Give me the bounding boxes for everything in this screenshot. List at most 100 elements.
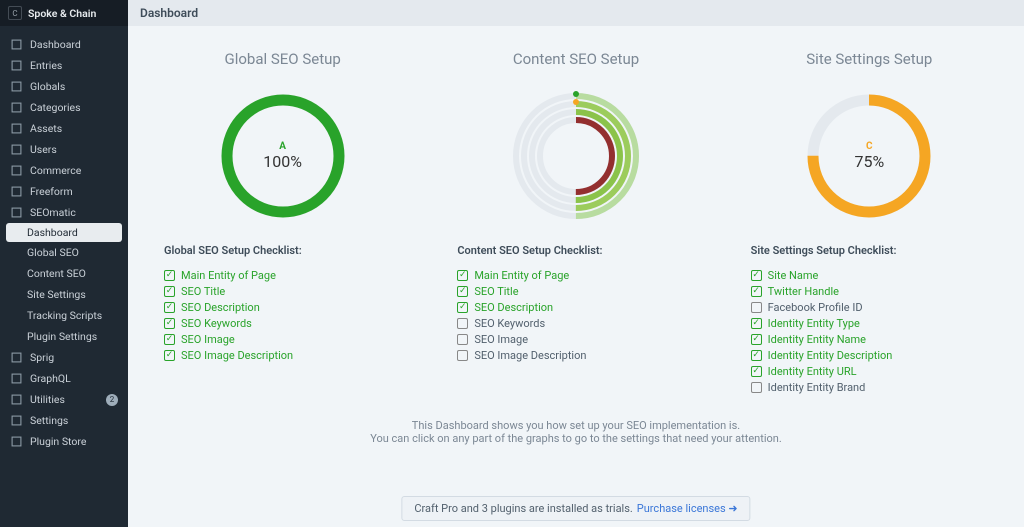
checklist-link[interactable]: Identity Entity Name <box>768 333 866 346</box>
sidebar-nav: Dashboard EntriesGlobals Categories Assets U… <box>0 26 128 527</box>
checklist-title: Site Settings Setup Checklist: <box>751 244 897 257</box>
brand-header[interactable]: C Spoke & Chain <box>0 0 128 26</box>
sidebar-item-sprig[interactable]: Sprig <box>0 347 128 368</box>
checklist-item[interactable]: SEO Description <box>457 299 586 315</box>
gauge-icon <box>10 39 22 51</box>
sidebar-sub-content-seo[interactable]: Content SEO <box>0 263 128 284</box>
checkbox-checked-icon <box>457 302 468 313</box>
checklist-link[interactable]: SEO Image <box>181 333 235 346</box>
setup-card: Content SEO SetupContent SEO Setup Check… <box>449 50 702 395</box>
desc-line-1: This Dashboard shows you how set up your… <box>156 419 996 432</box>
checkbox-checked-icon <box>164 318 175 329</box>
checklist-item[interactable]: Site Name <box>751 267 893 283</box>
checklist-link[interactable]: Main Entity of Page <box>181 269 276 282</box>
checkbox-empty-icon <box>457 318 468 329</box>
sidebar-item-users[interactable]: Users <box>0 139 128 160</box>
sidebar-item-categories[interactable]: Categories <box>0 97 128 118</box>
checklist-item[interactable]: SEO Keywords <box>164 315 293 331</box>
content: Global SEO SetupA100%Global SEO Setup Ch… <box>128 26 1024 527</box>
users-icon <box>10 144 22 156</box>
sidebar-item-seomatic[interactable]: SEOmatic <box>0 202 128 223</box>
checklist-item[interactable]: SEO Keywords <box>457 315 586 331</box>
checklist-item[interactable]: SEO Image <box>164 331 293 347</box>
newspaper-icon <box>10 60 22 72</box>
checklist-link[interactable]: Twitter Handle <box>768 285 839 298</box>
sidebar-item-settings[interactable]: Settings <box>0 410 128 431</box>
brand-logo-icon: C <box>8 6 22 20</box>
checklist-link[interactable]: Main Entity of Page <box>474 269 569 282</box>
sidebar-item-label: GraphQL <box>30 372 71 385</box>
checklist-item[interactable]: SEO Title <box>164 283 293 299</box>
checklist-link[interactable]: SEO Title <box>474 285 518 298</box>
checklist-item[interactable]: Identity Entity URL <box>751 363 893 379</box>
sidebar-item-entries[interactable]: Entries <box>0 55 128 76</box>
sidebar-item-assets[interactable]: Assets <box>0 118 128 139</box>
setup-card: Site Settings Setup C75% Site Settings Set… <box>743 50 996 395</box>
checklist-title: Global SEO Setup Checklist: <box>164 244 302 257</box>
sidebar-item-label: Utilities <box>30 393 65 406</box>
checkbox-checked-icon <box>164 270 175 281</box>
percent-label: 75% <box>854 152 884 171</box>
checklist-item[interactable]: Main Entity of Page <box>457 267 586 283</box>
checklist-link[interactable]: SEO Description <box>181 301 260 314</box>
checkbox-checked-icon <box>751 350 762 361</box>
checkbox-checked-icon <box>457 286 468 297</box>
sidebar-item-dashboard[interactable]: Dashboard <box>0 34 128 55</box>
sidebar-item-plugin-store[interactable]: Plugin Store <box>0 431 128 452</box>
checklist-item[interactable]: Twitter Handle <box>751 283 893 299</box>
sidebar-sub-plugin-settings[interactable]: Plugin Settings <box>0 326 128 347</box>
sidebar-item-utilities[interactable]: Utilities 2 <box>0 389 128 410</box>
donut-chart[interactable] <box>506 86 646 226</box>
sidebar-item-graphql[interactable]: GraphQL <box>0 368 128 389</box>
checklist-item[interactable]: SEO Description <box>164 299 293 315</box>
sidebar-item-commerce[interactable]: Commerce <box>0 160 128 181</box>
cards-row: Global SEO SetupA100%Global SEO Setup Ch… <box>156 50 996 395</box>
donut-wrap[interactable]: A100% <box>213 86 353 226</box>
checklist-link[interactable]: Identity Entity Description <box>768 349 893 362</box>
grade-label: A <box>279 141 286 152</box>
checklist-item[interactable]: Identity Entity Description <box>751 347 893 363</box>
checklist-link[interactable]: Site Name <box>768 269 819 282</box>
sidebar-item-label: Commerce <box>30 164 81 177</box>
arrow-icon: ➜ <box>728 502 737 515</box>
checklist-link[interactable]: SEO Image Description <box>181 349 293 362</box>
checklist-item[interactable]: Facebook Profile ID <box>751 299 893 315</box>
sidebar-sub-tracking-scripts[interactable]: Tracking Scripts <box>0 305 128 326</box>
donut-wrap[interactable] <box>506 86 646 226</box>
donut-wrap[interactable]: C75% <box>799 86 939 226</box>
checklist-item[interactable]: Identity Entity Name <box>751 331 893 347</box>
checklist-link[interactable]: Identity Entity URL <box>768 365 857 378</box>
checklist-item[interactable]: Identity Entity Brand <box>751 379 893 395</box>
sidebar-item-freeform[interactable]: Freeform <box>0 181 128 202</box>
checklist-item[interactable]: Main Entity of Page <box>164 267 293 283</box>
checklist-label: SEO Image <box>474 333 528 346</box>
sidebar-sub-dashboard[interactable]: Dashboard <box>6 223 122 242</box>
checklist-link[interactable]: SEO Keywords <box>181 317 252 330</box>
checkbox-checked-icon <box>164 350 175 361</box>
purchase-licenses-link[interactable]: Purchase licenses ➜ <box>637 502 738 515</box>
graphql-icon <box>10 373 22 385</box>
checklist-link[interactable]: SEO Title <box>181 285 225 298</box>
card-title: Content SEO Setup <box>513 50 639 68</box>
checklist-item[interactable]: Identity Entity Type <box>751 315 893 331</box>
card-title: Site Settings Setup <box>806 50 932 68</box>
sidebar-item-globals[interactable]: Globals <box>0 76 128 97</box>
checklist-item[interactable]: SEO Image Description <box>457 347 586 363</box>
sidebar-item-label: Users <box>30 143 57 156</box>
checklist-item[interactable]: SEO Title <box>457 283 586 299</box>
sidebar-item-label: SEOmatic <box>30 206 76 219</box>
sidebar-item-label: Categories <box>30 101 81 114</box>
sidebar-sub-global-seo[interactable]: Global SEO <box>0 242 128 263</box>
checkbox-empty-icon <box>751 302 762 313</box>
checkbox-checked-icon <box>457 270 468 281</box>
sidebar-item-label: Dashboard <box>30 38 81 51</box>
checklist-item[interactable]: SEO Image <box>457 331 586 347</box>
checklist-link[interactable]: SEO Description <box>474 301 553 314</box>
checklist-item[interactable]: SEO Image Description <box>164 347 293 363</box>
sidebar-sub-site-settings[interactable]: Site Settings <box>0 284 128 305</box>
checklist-link[interactable]: Identity Entity Type <box>768 317 860 330</box>
form-icon <box>10 186 22 198</box>
sidebar-item-label: Assets <box>30 122 62 135</box>
badge: 2 <box>106 394 118 406</box>
checkbox-empty-icon <box>457 334 468 345</box>
